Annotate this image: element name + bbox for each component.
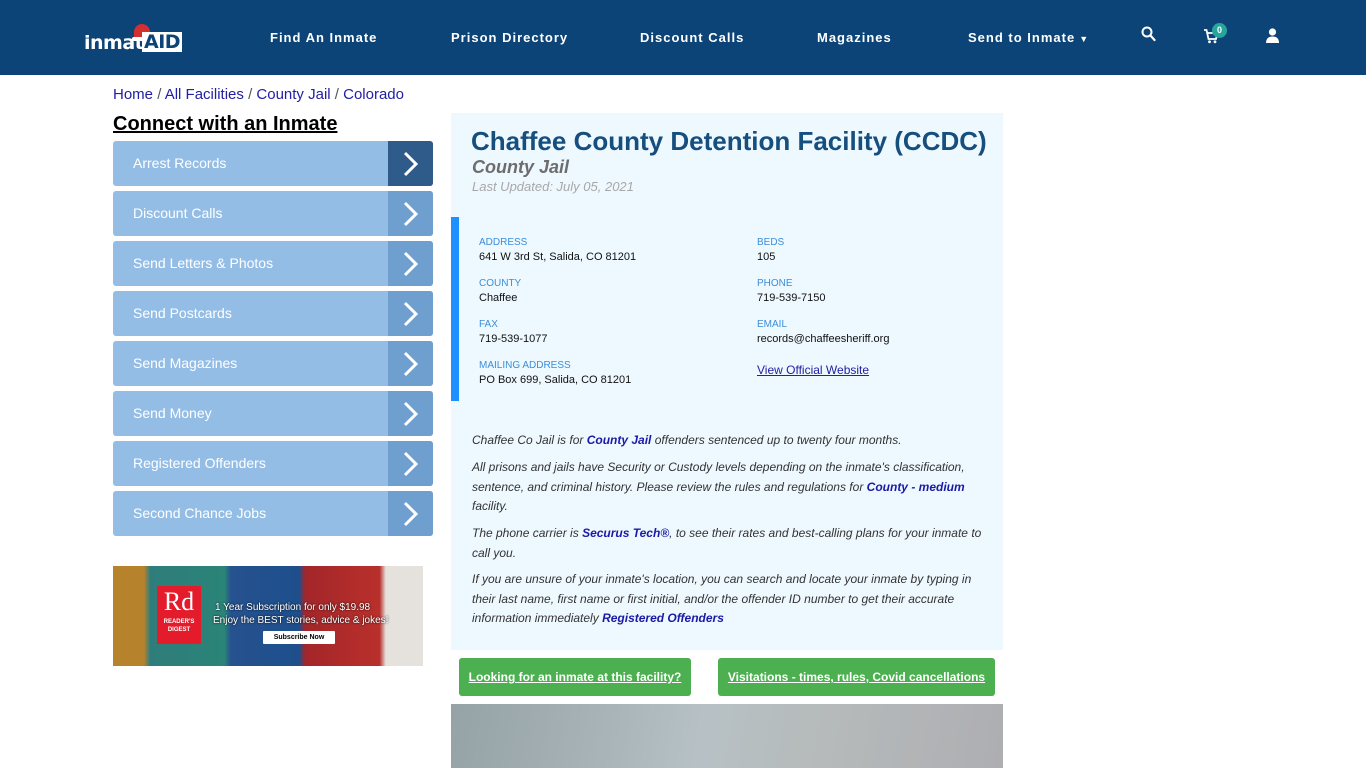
securus-tech-link[interactable]: Securus Tech®	[582, 526, 669, 540]
county-value: Chaffee	[479, 292, 518, 304]
breadcrumb-separator: /	[157, 86, 165, 103]
chevron-right-icon	[388, 341, 433, 386]
sidebar-item-arrest-records[interactable]: Arrest Records	[113, 141, 433, 186]
user-icon[interactable]	[1266, 28, 1279, 48]
text: facility.	[472, 499, 508, 513]
caret-down-icon: ▼	[1079, 34, 1090, 44]
readers-digest-logo: Rd READER'S DIGEST	[157, 586, 201, 644]
ad-headline: 1 Year Subscription for only $19.98	[215, 602, 371, 613]
sidebar-item-label: Discount Calls	[133, 205, 223, 221]
search-icon[interactable]	[1141, 26, 1156, 47]
ad-subscribe-button[interactable]: Subscribe Now	[263, 631, 335, 644]
nav-prison-directory[interactable]: Prison Directory	[451, 30, 568, 45]
info-accent-bar	[451, 217, 459, 401]
ad-subheadline: Enjoy the BEST stories, advice & jokes!	[213, 615, 389, 626]
official-website-link[interactable]: View Official Website	[757, 363, 869, 377]
address-label: ADDRESS	[479, 237, 528, 248]
nav-send-to-inmate-label: Send to Inmate	[968, 30, 1076, 45]
chevron-right-icon	[388, 141, 433, 186]
facility-title: Chaffee County Detention Facility (CCDC)	[471, 126, 987, 156]
text: offenders sentenced up to twenty four mo…	[651, 433, 902, 447]
last-updated: Last Updated: July 05, 2021	[472, 179, 634, 194]
nav-send-to-inmate[interactable]: Send to Inmate ▼	[968, 30, 1089, 45]
sidebar-item-label: Second Chance Jobs	[133, 505, 267, 521]
cart-count-badge: 0	[1212, 23, 1227, 38]
beds-value: 105	[757, 251, 776, 263]
county-medium-link[interactable]: County - medium	[867, 480, 965, 494]
sidebar-item-label: Arrest Records	[133, 155, 227, 171]
sidebar-item-label: Send Magazines	[133, 355, 238, 371]
phone-value: 719-539-7150	[757, 292, 826, 304]
text: Chaffee Co Jail is for	[472, 433, 587, 447]
email-value: records@chaffeesheriff.org	[757, 333, 890, 345]
sidebar-item-registered-offenders[interactable]: Registered Offenders	[113, 441, 433, 486]
find-inmate-at-facility-button[interactable]: Looking for an inmate at this facility?	[459, 658, 691, 696]
breadcrumb-home[interactable]: Home	[113, 86, 153, 103]
description-paragraph-4: If you are unsure of your inmate's locat…	[472, 570, 987, 629]
sidebar-item-send-money[interactable]: Send Money	[113, 391, 433, 436]
county-jail-link[interactable]: County Jail	[587, 433, 652, 447]
email-label: EMAIL	[757, 319, 788, 330]
sidebar-item-send-postcards[interactable]: Send Postcards	[113, 291, 433, 336]
county-label: COUNTY	[479, 278, 522, 289]
description-paragraph-1: Chaffee Co Jail is for County Jail offen…	[472, 431, 987, 451]
ad-brand-short: Rd	[163, 587, 195, 616]
inmateaid-logo[interactable]: inmate AID	[84, 22, 184, 56]
chevron-right-icon	[388, 441, 433, 486]
sidebar-item-discount-calls[interactable]: Discount Calls	[113, 191, 433, 236]
registered-offenders-link[interactable]: Registered Offenders	[602, 611, 724, 625]
phone-label: PHONE	[757, 278, 793, 289]
sidebar-item-label: Send Postcards	[133, 305, 232, 321]
nav-discount-calls[interactable]: Discount Calls	[640, 30, 744, 45]
breadcrumb-all-facilities[interactable]: All Facilities	[165, 86, 244, 103]
fax-label: FAX	[479, 319, 498, 330]
sidebar-item-second-chance-jobs[interactable]: Second Chance Jobs	[113, 491, 433, 536]
sidebar-item-label: Registered Offenders	[133, 455, 266, 471]
chevron-right-icon	[388, 191, 433, 236]
breadcrumb: Home / All Facilities / County Jail / Co…	[113, 86, 404, 103]
chevron-right-icon	[388, 291, 433, 336]
mailing-address-label: MAILING ADDRESS	[479, 360, 571, 371]
sidebar-item-label: Send Letters & Photos	[133, 255, 274, 271]
top-navbar: inmate AID Find An Inmate Prison Directo…	[0, 0, 1366, 75]
sidebar-item-label: Send Money	[133, 405, 212, 421]
fax-value: 719-539-1077	[479, 333, 548, 345]
chevron-right-icon	[388, 241, 433, 286]
facility-photo	[451, 704, 1003, 768]
mailing-address-value: PO Box 699, Salida, CO 81201	[479, 374, 632, 386]
ad-brand-line2: DIGEST	[167, 627, 191, 633]
sidebar-item-send-magazines[interactable]: Send Magazines	[113, 341, 433, 386]
breadcrumb-colorado[interactable]: Colorado	[343, 86, 404, 103]
description-paragraph-2: All prisons and jails have Security or C…	[472, 458, 987, 517]
ad-brand-line1: READER'S	[163, 619, 195, 625]
readers-digest-ad-banner[interactable]: Rd READER'S DIGEST 1 Year Subscription f…	[113, 566, 423, 666]
text: The phone carrier is	[472, 526, 583, 540]
breadcrumb-separator: /	[334, 86, 344, 103]
chevron-right-icon	[388, 391, 433, 436]
chevron-right-icon	[388, 491, 433, 536]
sidebar-item-send-letters-photos[interactable]: Send Letters & Photos	[113, 241, 433, 286]
visitations-button[interactable]: Visitations - times, rules, Covid cancel…	[718, 658, 995, 696]
logo-accent: AID	[142, 31, 183, 53]
description-paragraph-3: The phone carrier is Securus Tech®, to s…	[472, 524, 987, 563]
facility-type: County Jail	[472, 157, 570, 177]
nav-find-an-inmate[interactable]: Find An Inmate	[270, 30, 377, 45]
nav-magazines[interactable]: Magazines	[817, 30, 892, 45]
sidebar-title: Connect with an Inmate	[113, 113, 338, 135]
address-value: 641 W 3rd St, Salida, CO 81201	[479, 251, 637, 263]
beds-label: BEDS	[757, 237, 785, 248]
breadcrumb-county-jail[interactable]: County Jail	[256, 86, 330, 103]
